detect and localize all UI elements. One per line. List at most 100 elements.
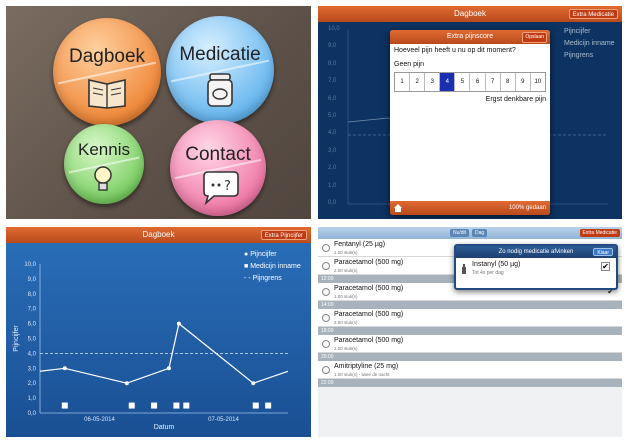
medication-name: Paracetamol (500 mg): [334, 337, 404, 344]
medication-marker: [61, 402, 68, 409]
y-tick-label: 3,0: [28, 366, 37, 372]
pain-line-chart: 10,0 9,0 8,0 7,0 6,0 5,0 4,0 3,0 2,0 1,0 0,0 06-05-…: [13, 262, 289, 431]
medication-marker: [151, 402, 158, 409]
extra-medicatie-button[interactable]: Extra Medicatie: [568, 9, 618, 19]
pain-scale-option[interactable]: 1: [395, 73, 411, 91]
medication-checkbox[interactable]: [322, 340, 330, 348]
popup-title: Zo nodig medicatie afvinken: [498, 249, 574, 255]
medication-dose: 2.00 stuk(s): [334, 320, 358, 325]
speech-bubble-icon: ?: [203, 171, 239, 206]
modal-title: Extra pijnscore: [446, 33, 494, 40]
pain-scale-option[interactable]: 3: [425, 73, 441, 91]
pain-scale-option[interactable]: 4: [440, 73, 456, 91]
home-icon[interactable]: [394, 204, 402, 212]
pain-scale-option[interactable]: 7: [486, 73, 501, 91]
opslaan-button[interactable]: Opslaan: [522, 32, 547, 43]
medication-dose: 1.00 stuk(s) - twee de nacht: [334, 372, 390, 377]
x-axis-label: Datum: [154, 424, 175, 431]
prn-item-name: Instanyl (50 µg): [472, 261, 521, 268]
y-tick-label: 6,0: [28, 322, 37, 328]
lightbulb-icon: [94, 166, 112, 191]
medication-marker: [128, 402, 135, 409]
popup-header: Zo nodig medicatie afvinken Klaar: [456, 246, 616, 258]
pain-scale-option[interactable]: 10: [531, 73, 545, 91]
medication-name: Amitriptyline (25 mg): [334, 363, 399, 370]
pain-scale-option[interactable]: 9: [516, 73, 531, 91]
pijncijfer-point: [124, 381, 129, 386]
y-axis-label: Pijncijfer: [13, 325, 20, 352]
medicatie-button[interactable]: Medicatie: [166, 16, 274, 124]
medication-checkbox[interactable]: [322, 262, 330, 270]
pain-scale-option[interactable]: 6: [470, 73, 486, 91]
medication-name: Fentanyl (25 µg): [334, 241, 386, 248]
medication-name: Paracetamol (500 mg): [334, 285, 404, 292]
tab-nu[interactable]: Nu/dit: [450, 229, 470, 237]
medication-dose: 1.00 stuk(s): [334, 294, 358, 299]
y-tick-label: 5,0: [28, 337, 37, 343]
medication-checkbox[interactable]: [322, 288, 330, 296]
medication-name: Paracetamol (500 mg): [334, 259, 404, 266]
pain-scale: 1 2 3 4 5 6 7 8 9 10: [394, 72, 546, 92]
x-date-label: 06-05-2014: [84, 417, 115, 423]
time-section-header: 14:00: [318, 301, 622, 309]
medication-row[interactable]: Amitriptyline (25 mg) 1.00 stuk(s) - twee…: [318, 361, 622, 379]
medication-marker: [252, 402, 259, 409]
medication-navbar: Nu/dit Dag Extra Medicatie: [318, 227, 622, 239]
prn-item-sub: Tot 4x per dag: [472, 270, 504, 276]
spray-icon: [462, 264, 466, 274]
pain-question: Hoeveel pijn heeft u nu op dit moment?: [394, 47, 516, 54]
pijncijfer-point: [62, 366, 67, 371]
book-icon: [88, 79, 126, 109]
y-tick-label: 8,0: [28, 292, 37, 298]
medication-dose: 2.00 stuk(s): [334, 346, 358, 351]
y-tick-label: 10,0: [24, 262, 36, 268]
y-tick-label: 2,0: [28, 381, 37, 387]
contact-button[interactable]: Contact ?: [170, 120, 266, 216]
x-date-label: 07-05-2014: [208, 417, 239, 423]
modal-header: Extra pijnscore Opslaan: [390, 30, 550, 44]
prn-item-checkbox[interactable]: ✔: [601, 262, 610, 271]
kennis-button[interactable]: Kennis: [64, 124, 144, 204]
dagboek-button[interactable]: Dagboek: [53, 18, 161, 126]
medication-marker: [265, 402, 272, 409]
pain-screen-navbar: Dagboek Extra Medicatie: [318, 6, 622, 22]
pain-score-screen: Dagboek Extra Medicatie 10,0 9,0 8,0 7,0 6,0…: [318, 6, 622, 219]
medication-marker: [183, 402, 190, 409]
pijncijfer-point: [176, 321, 181, 326]
pain-score-modal: Extra pijnscore Opslaan Hoeveel pijn hee…: [390, 30, 550, 215]
medication-marker: [173, 402, 180, 409]
pain-screen-title: Dagboek: [453, 9, 487, 18]
klaar-button[interactable]: Klaar: [593, 248, 613, 256]
medication-checkbox[interactable]: [322, 314, 330, 322]
pain-scale-option[interactable]: 2: [410, 73, 426, 91]
time-section-header: 22:00: [318, 379, 622, 387]
home-menu-screen: Dagboek Medicatie Kennis Contact ?: [6, 6, 311, 219]
medication-checkbox[interactable]: [322, 244, 330, 252]
pijncijfer-point: [251, 381, 256, 386]
progress-text: 100% gedaan: [508, 205, 546, 211]
y-tick-label: 9,0: [28, 277, 37, 283]
pain-scale-option[interactable]: 8: [501, 73, 516, 91]
time-section-header: 18:00: [318, 327, 622, 335]
y-tick-label: 0,0: [28, 411, 37, 417]
pain-scale-option[interactable]: 5: [455, 73, 471, 91]
pijncijfer-point: [166, 366, 171, 371]
y-tick-label: 4,0: [28, 351, 37, 357]
medication-row[interactable]: Paracetamol (500 mg) 2.00 stuk(s): [318, 309, 622, 327]
medication-name: Paracetamol (500 mg): [334, 311, 404, 318]
modal-footer: 100% gedaan: [390, 201, 550, 215]
pill-bottle-icon: [207, 73, 233, 107]
y-tick-label: 7,0: [28, 307, 37, 313]
medication-dose: 2.00 stuk(s): [334, 268, 358, 273]
extra-medicatie-button[interactable]: Extra Medicatie: [579, 229, 620, 237]
diary-chart-screen: Dagboek Extra Pijncijfer ● Pijncijfer ■ …: [6, 227, 311, 437]
medication-checkbox[interactable]: [322, 366, 330, 374]
medication-dose: 1.00 stuk(s): [334, 250, 358, 255]
prn-item-row[interactable]: Instanyl (50 µg) Tot 4x per dag ✔: [460, 261, 612, 287]
medication-list-screen: Nu/dit Dag Extra Medicatie Fentanyl (25 …: [318, 227, 622, 437]
medication-row[interactable]: Paracetamol (500 mg) 2.00 stuk(s): [318, 335, 622, 353]
svg-text:?: ?: [224, 179, 231, 194]
tab-dag[interactable]: Dag: [472, 229, 488, 237]
prn-medication-popup: Zo nodig medicatie afvinken Klaar Instan…: [454, 244, 618, 290]
scale-low-label: Geen pijn: [394, 61, 424, 68]
